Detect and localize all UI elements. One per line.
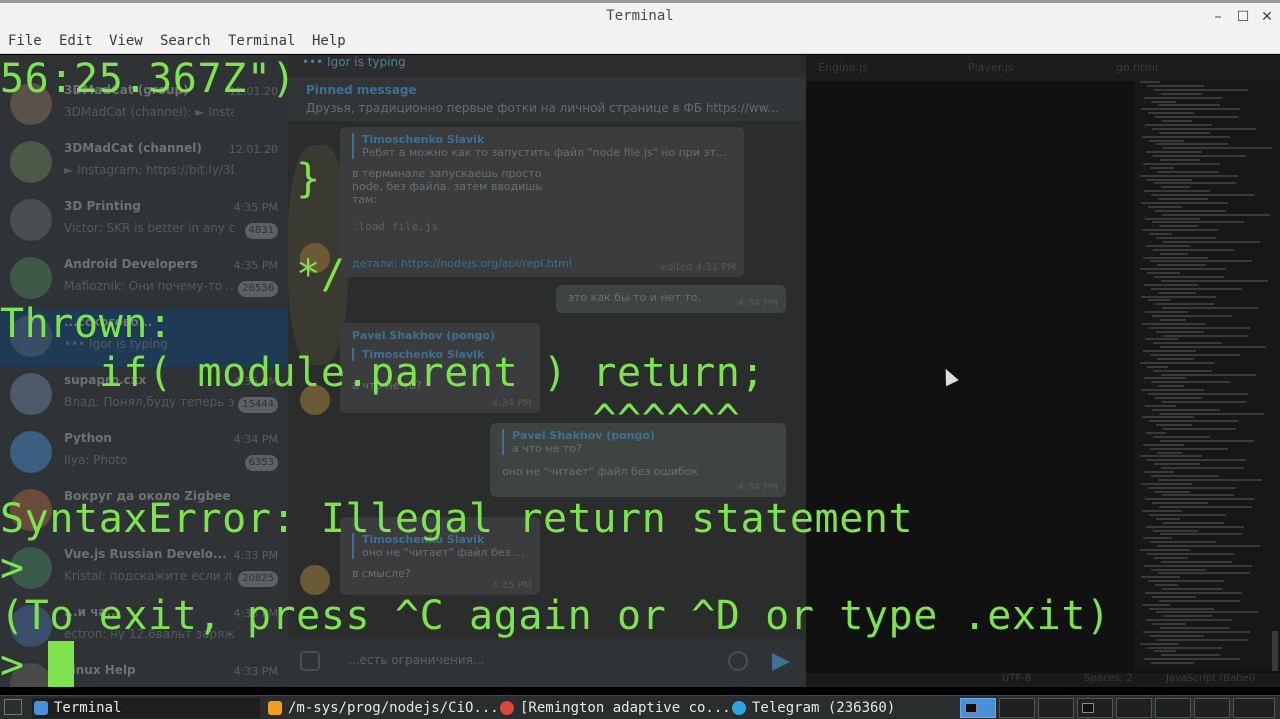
- taskbar-label: [Remington adaptive co...: [520, 700, 731, 716]
- taskbar-item-editor[interactable]: /m-sys/prog/nodejs/CiO...: [266, 698, 499, 718]
- sublime-icon: [268, 701, 282, 715]
- menu-bar: File Edit View Search Terminal Help: [0, 30, 1280, 54]
- terminal-line: (To exit, press ^C again or ^D or type .…: [0, 593, 1111, 639]
- workspace-8[interactable]: [1233, 698, 1275, 718]
- taskbar: Terminal /m-sys/prog/nodejs/CiO... [Remi…: [0, 695, 1280, 719]
- taskbar-item-browser[interactable]: [Remington adaptive co...: [498, 698, 731, 718]
- workspace-4[interactable]: [1077, 698, 1113, 718]
- menu-search[interactable]: Search: [160, 33, 211, 49]
- menu-terminal[interactable]: Terminal: [228, 33, 295, 49]
- workspace-5[interactable]: [1116, 698, 1152, 718]
- window-titlebar[interactable]: Terminal – ☐ ✕: [0, 0, 1280, 30]
- taskbar-item-terminal[interactable]: Terminal: [32, 698, 260, 718]
- terminal-line: if( module.parent ) return;: [0, 350, 766, 396]
- menu-edit[interactable]: Edit: [59, 33, 93, 49]
- minimize-icon[interactable]: –: [1210, 9, 1226, 25]
- terminal-prompt: >: [0, 642, 50, 688]
- taskbar-item-telegram[interactable]: Telegram (236360): [730, 698, 956, 718]
- menu-file[interactable]: File: [8, 33, 42, 49]
- chrome-icon: [500, 701, 514, 715]
- close-icon[interactable]: ✕: [1259, 9, 1275, 25]
- window-title: Terminal: [606, 8, 674, 24]
- terminal-prompt: >: [0, 545, 25, 591]
- workspace-1[interactable]: [960, 698, 996, 718]
- taskbar-label: Telegram (236360): [752, 700, 896, 716]
- workspace-6[interactable]: [1155, 698, 1191, 718]
- workspace-2[interactable]: [999, 698, 1035, 718]
- terminal-output[interactable]: 56:25.367Z") } */ Thrown: if( module.par…: [0, 55, 1280, 688]
- workspace-3[interactable]: [1038, 698, 1074, 718]
- maximize-icon[interactable]: ☐: [1235, 9, 1251, 25]
- menu-help[interactable]: Help: [312, 33, 346, 49]
- show-desktop-icon[interactable]: [4, 699, 22, 715]
- terminal-icon: [34, 701, 48, 715]
- terminal-line: SyntaxError: Illegal return statement: [0, 496, 914, 542]
- terminal-line: ^^^^^^: [0, 397, 741, 443]
- taskbar-label: Terminal: [54, 700, 122, 716]
- terminal-line: Thrown:: [0, 301, 173, 347]
- terminal-line: */: [0, 252, 346, 298]
- terminal-line: 56:25.367Z"): [0, 56, 297, 102]
- terminal-cursor: [48, 641, 74, 687]
- menu-view[interactable]: View: [109, 33, 143, 49]
- taskbar-label: /m-sys/prog/nodejs/CiO...: [288, 700, 499, 716]
- telegram-icon: [732, 701, 746, 715]
- workspace-7[interactable]: [1194, 698, 1230, 718]
- terminal-line: }: [0, 156, 321, 202]
